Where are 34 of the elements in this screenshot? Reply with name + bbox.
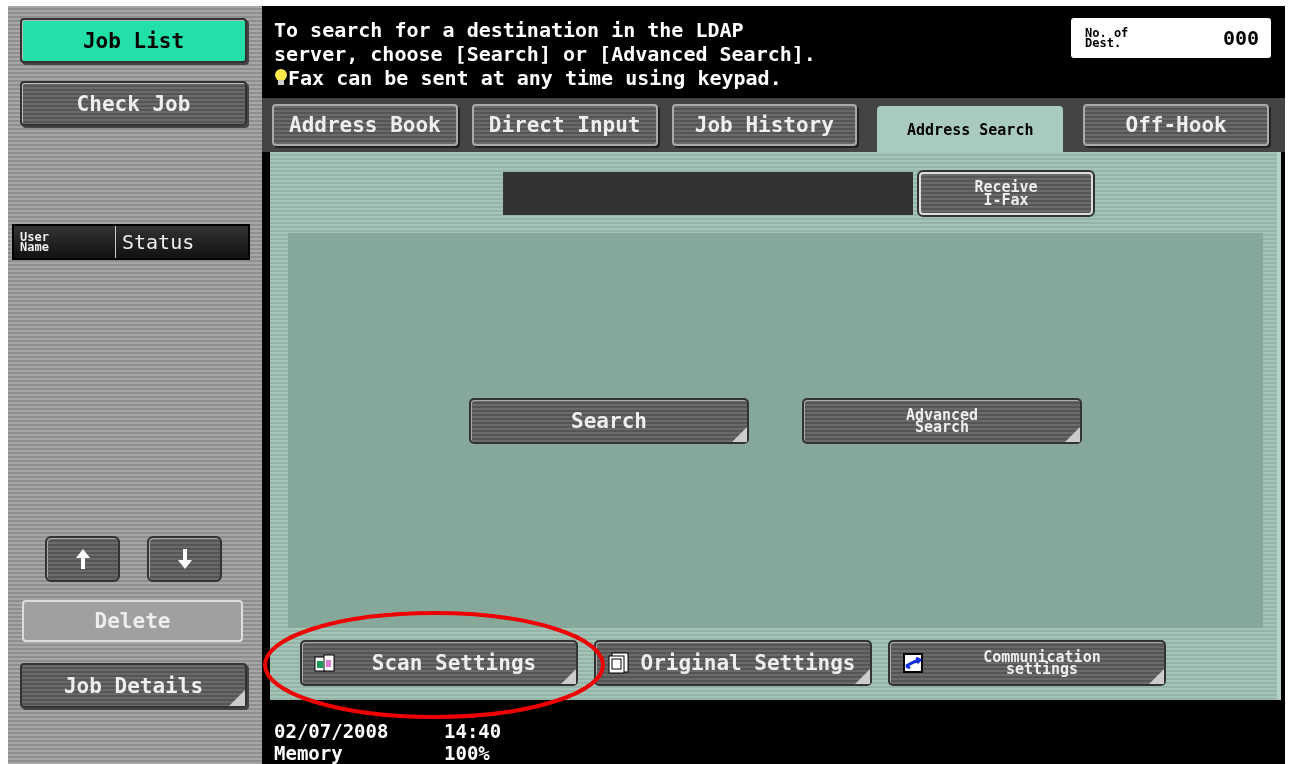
- tab[interactable]: Address Search: [877, 106, 1064, 154]
- settings-button[interactable]: Communication settings: [888, 640, 1166, 686]
- settings-button[interactable]: Scan Settings: [300, 640, 578, 686]
- tab[interactable]: Address Book: [272, 104, 458, 146]
- memory-value: 100%: [444, 742, 491, 764]
- scroll-down-button[interactable]: [147, 536, 222, 582]
- search-button[interactable]: Advanced Search: [802, 397, 1082, 444]
- sidebar-button[interactable]: Job List: [20, 18, 247, 63]
- scroll-up-button[interactable]: [45, 536, 120, 582]
- column-header: User Name: [14, 226, 116, 258]
- document-icon: [314, 652, 336, 674]
- tab[interactable]: Direct Input: [471, 104, 658, 146]
- exchange-icon: [902, 652, 924, 674]
- settings-button[interactable]: Original Settings: [594, 640, 872, 686]
- sidebar-button[interactable]: Check Job: [20, 81, 247, 126]
- memory-label: Memory: [274, 742, 344, 764]
- document-icon: [608, 652, 630, 674]
- tab[interactable]: Job History: [671, 104, 858, 146]
- counter-label: No. of Dest.: [1085, 28, 1129, 48]
- column-header: Status: [121, 228, 196, 256]
- arrow-up-icon: [75, 549, 90, 569]
- arrow-down-icon: [177, 549, 192, 569]
- date-text: 02/07/2008: [274, 720, 390, 742]
- lightbulb-icon: [274, 69, 288, 87]
- tab[interactable]: Off-Hook: [1083, 104, 1269, 146]
- action-button[interactable]: Job Details: [20, 663, 247, 708]
- receive-button[interactable]: Receive I-Fax: [919, 172, 1093, 215]
- counter-value: 000: [1222, 26, 1259, 50]
- time-text: 14:40: [444, 720, 503, 742]
- message-text: server, choose [Search] or [Advanced Search].: [274, 42, 816, 66]
- message-text: To search for a destination in the LDAP: [274, 18, 744, 42]
- search-field[interactable]: [503, 172, 913, 215]
- message-text: Fax can be sent at any time using keypad.: [288, 66, 782, 90]
- search-button[interactable]: Search: [469, 397, 749, 444]
